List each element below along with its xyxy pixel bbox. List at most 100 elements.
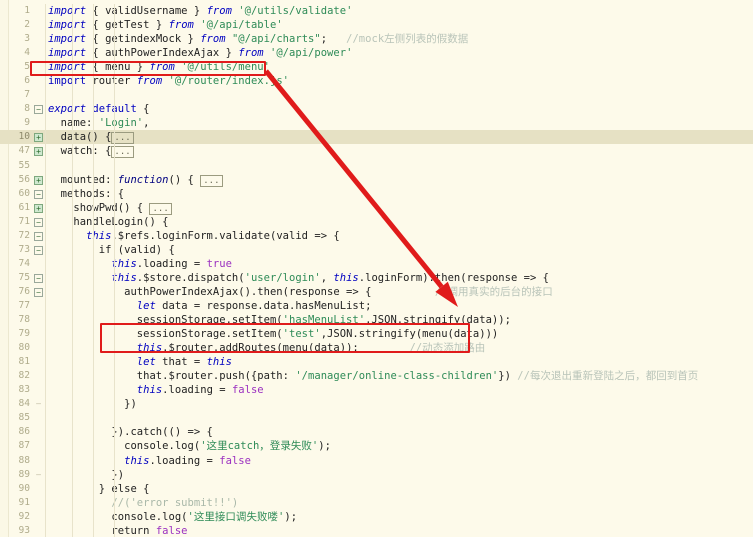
code-line[interactable]: 6 import router from '@/router/index.js'	[0, 74, 753, 88]
code-text[interactable]: sessionStorage.setItem('hasMenuList',JSO…	[48, 313, 511, 327]
code-line[interactable]: 84– })	[0, 397, 753, 411]
code-line[interactable]: 72− this.$refs.loginForm.validate(valid …	[0, 229, 753, 243]
code-token: //('error submit!!')	[111, 496, 239, 509]
code-line[interactable]: 73− if (valid) {	[0, 243, 753, 257]
code-text[interactable]: data() {...	[48, 130, 134, 145]
code-token: ,JSON.stringify(menu(data)))	[320, 328, 499, 341]
code-text[interactable]: console.log('这里接口调失败喽');	[48, 510, 297, 524]
line-number: 88	[18, 454, 30, 466]
code-text[interactable]: this.loading = false	[48, 383, 264, 397]
code-text[interactable]: that.$router.push({path: '/manager/onlin…	[48, 369, 699, 383]
code-token: this	[111, 271, 137, 284]
fold-collapse-icon[interactable]: −	[34, 217, 43, 227]
code-line[interactable]: 81 let that = this	[0, 355, 753, 369]
code-line[interactable]: 78 sessionStorage.setItem('hasMenuList',…	[0, 313, 753, 327]
code-text[interactable]: })	[48, 468, 124, 482]
code-line[interactable]: 10 + data() {...	[0, 130, 753, 145]
folded-region-placeholder[interactable]: ...	[149, 202, 172, 215]
code-line[interactable]: 2 import { getTest } from '@/api/table'	[0, 18, 753, 32]
code-text[interactable]: methods: {	[48, 187, 124, 201]
code-text[interactable]: this.loading = false	[48, 454, 251, 468]
code-text[interactable]: if (valid) {	[48, 243, 175, 257]
code-lines-container[interactable]: 1 import { validUsername } from '@/utils/…	[0, 0, 753, 537]
code-line[interactable]: 88 this.loading = false	[0, 454, 753, 468]
code-token: .loading =	[162, 384, 232, 397]
code-text[interactable]: mounted: function() { ...	[48, 173, 223, 188]
line-number: 91	[18, 496, 30, 508]
code-token: { getTest }	[86, 19, 169, 32]
fold-expand-icon[interactable]: +	[34, 147, 43, 157]
code-token: } else {	[48, 482, 150, 495]
code-line[interactable]: 92 console.log('这里接口调失败喽');	[0, 510, 753, 524]
code-line[interactable]: 3 import { getindexMock } from "@/api/cha…	[0, 32, 753, 46]
code-token: 'test'	[282, 328, 321, 341]
code-line[interactable]: 75− this.$store.dispatch('user/login', t…	[0, 271, 753, 285]
code-line[interactable]: 76− authPowerIndexAjax().then(response =…	[0, 285, 753, 299]
code-line[interactable]: 55	[0, 159, 753, 173]
code-line[interactable]: 1 import { validUsername } from '@/utils/…	[0, 4, 753, 18]
fold-expand-icon[interactable]: +	[34, 175, 43, 185]
fold-collapse-icon[interactable]: −	[34, 245, 43, 255]
code-text[interactable]: let data = response.data.hasMenuList;	[48, 299, 372, 313]
folded-region-placeholder[interactable]: ...	[200, 174, 223, 187]
code-text[interactable]: import router from '@/router/index.js'	[48, 74, 289, 88]
fold-collapse-icon[interactable]: −	[34, 287, 43, 297]
code-line[interactable]: 47 + watch: {...	[0, 144, 753, 159]
fold-collapse-icon[interactable]: −	[34, 273, 43, 283]
fold-collapse-icon[interactable]: −	[34, 189, 43, 199]
code-text[interactable]: sessionStorage.setItem('test',JSON.strin…	[48, 327, 498, 341]
code-text[interactable]: this.$store.dispatch('user/login', this.…	[48, 271, 549, 285]
code-text[interactable]: authPowerIndexAjax().then(response => { …	[48, 285, 553, 299]
code-line[interactable]: 87 console.log('这里catch，登录失败');	[0, 439, 753, 453]
code-token: this	[136, 342, 163, 355]
code-line[interactable]: 85	[0, 411, 753, 425]
code-text[interactable]: } else {	[48, 482, 150, 496]
code-token: that =	[155, 356, 207, 369]
fold-collapse-icon[interactable]: −	[34, 105, 43, 115]
code-text[interactable]: showPwd() { ...	[48, 201, 172, 216]
code-token: ;	[320, 33, 347, 46]
code-line[interactable]: 60− methods: {	[0, 187, 753, 201]
code-line[interactable]: 91 //('error submit!!')	[0, 496, 753, 510]
code-line[interactable]: 90 } else {	[0, 482, 753, 496]
code-line[interactable]: 80 this.$router.addRoutes(menu(data)); /…	[0, 341, 753, 355]
line-number: 84	[18, 398, 30, 410]
code-text[interactable]: this.$refs.loginForm.validate(valid => {	[48, 229, 340, 243]
code-token: import	[48, 19, 87, 32]
code-line[interactable]: 7	[0, 88, 753, 102]
code-text[interactable]: import { menu } from '@/utils/menu'	[48, 60, 270, 74]
fold-collapse-icon[interactable]: −	[34, 231, 43, 241]
code-line[interactable]: 82 that.$router.push({path: '/manager/on…	[0, 369, 753, 383]
fold-expand-icon[interactable]: +	[34, 133, 43, 143]
code-text[interactable]: let that = this	[48, 355, 232, 369]
code-text[interactable]: import { getindexMock } from "@/api/char…	[48, 32, 468, 46]
code-text[interactable]: name: 'Login',	[48, 116, 150, 130]
code-line[interactable]: 79 sessionStorage.setItem('test',JSON.st…	[0, 327, 753, 341]
code-line[interactable]: 4 import { authPowerIndexAjax } from '@/a…	[0, 46, 753, 60]
code-text[interactable]: watch: {...	[48, 144, 134, 159]
code-line[interactable]: 9 name: 'Login',	[0, 116, 753, 130]
code-line[interactable]: 89– })	[0, 468, 753, 482]
code-line[interactable]: 56 + mounted: function() { ...	[0, 173, 753, 187]
code-token: export	[48, 103, 87, 116]
code-text[interactable]: return false	[48, 524, 188, 537]
fold-expand-icon[interactable]: +	[34, 203, 43, 213]
code-line[interactable]: 86 }).catch(() => {	[0, 425, 753, 439]
code-line[interactable]: 61 + showPwd() { ...	[0, 201, 753, 215]
code-line[interactable]: 83 this.loading = false	[0, 383, 753, 397]
code-text[interactable]: console.log('这里catch，登录失败');	[48, 439, 331, 453]
indent-guide-2	[93, 4, 94, 537]
code-line[interactable]: 74 this.loading = true	[0, 257, 753, 271]
code-editor-viewport[interactable]: 1 import { validUsername } from '@/utils/…	[0, 0, 753, 537]
code-line[interactable]: 8−export default {	[0, 102, 753, 116]
code-text[interactable]: //('error submit!!')	[48, 496, 238, 510]
code-text[interactable]: this.loading = true	[48, 257, 232, 271]
code-line[interactable]: 5 import { menu } from '@/utils/menu'	[0, 60, 753, 74]
code-text[interactable]: import { getTest } from '@/api/table'	[48, 18, 283, 32]
code-line[interactable]: 71− handleLogin() {	[0, 215, 753, 229]
code-line[interactable]: 77 let data = response.data.hasMenuList;	[0, 299, 753, 313]
code-text[interactable]: export default {	[48, 102, 150, 116]
code-text[interactable]: handleLogin() {	[48, 215, 169, 229]
code-line[interactable]: 93 return false	[0, 524, 753, 537]
